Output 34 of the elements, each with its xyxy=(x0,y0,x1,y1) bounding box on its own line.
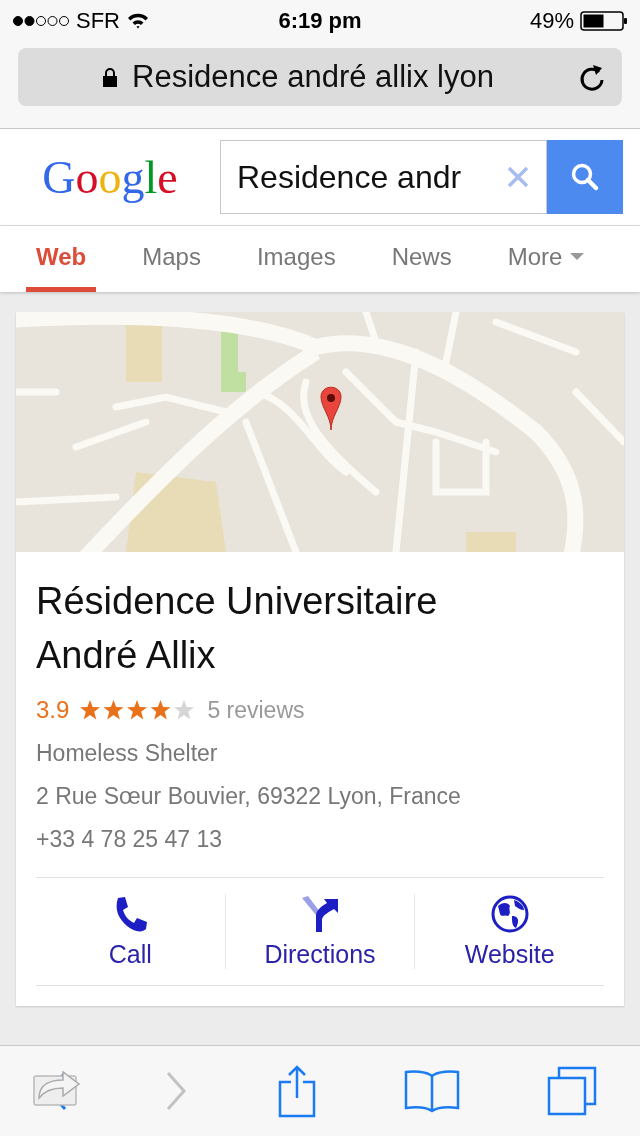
reload-icon[interactable] xyxy=(578,62,606,92)
clock-time: 6:19 pm xyxy=(278,8,362,34)
search-tab[interactable]: More xyxy=(497,226,595,292)
carrier-name: SFR xyxy=(76,8,120,34)
bookmarks-button[interactable] xyxy=(403,1068,460,1114)
caret-icon xyxy=(570,252,585,261)
globe-icon xyxy=(489,894,530,934)
battery-percent: 49% xyxy=(529,8,574,34)
search-icon xyxy=(569,161,601,193)
place-category: Homeless Shelter xyxy=(36,740,219,767)
search-tab[interactable]: Maps xyxy=(132,226,211,292)
wifi-icon xyxy=(126,12,150,30)
rating-score: 3.9 xyxy=(36,696,70,724)
place-name: Résidence Universitaire André Allix xyxy=(36,579,439,678)
search-tab[interactable]: Images xyxy=(246,226,346,292)
website-button[interactable]: Website xyxy=(414,894,604,969)
directions-button[interactable]: Directions xyxy=(224,894,415,969)
battery-icon xyxy=(580,11,628,31)
signal-icon xyxy=(12,15,70,27)
google-logo: Google xyxy=(41,150,179,204)
address-bar[interactable]: Residence andré allix lyon xyxy=(18,48,622,106)
page-title: Residence andré allix lyon xyxy=(132,59,494,95)
fork-arrow-icon xyxy=(300,894,340,934)
lock-icon xyxy=(102,67,119,87)
search-tab[interactable]: News xyxy=(381,226,462,292)
place-phone: +33 4 78 25 47 13 xyxy=(36,826,224,853)
search-tab[interactable]: Web xyxy=(26,226,97,292)
search-button[interactable] xyxy=(547,140,623,214)
share-button[interactable] xyxy=(277,1064,317,1118)
tabs-button[interactable] xyxy=(546,1066,597,1116)
call-button[interactable]: Call xyxy=(36,894,225,969)
search-field[interactable]: Residence andr xyxy=(220,140,547,214)
reviews-link[interactable]: 5 reviews xyxy=(207,696,305,724)
place-address: 2 Rue Sœur Bouvier, 69322 Lyon, France xyxy=(36,783,462,810)
